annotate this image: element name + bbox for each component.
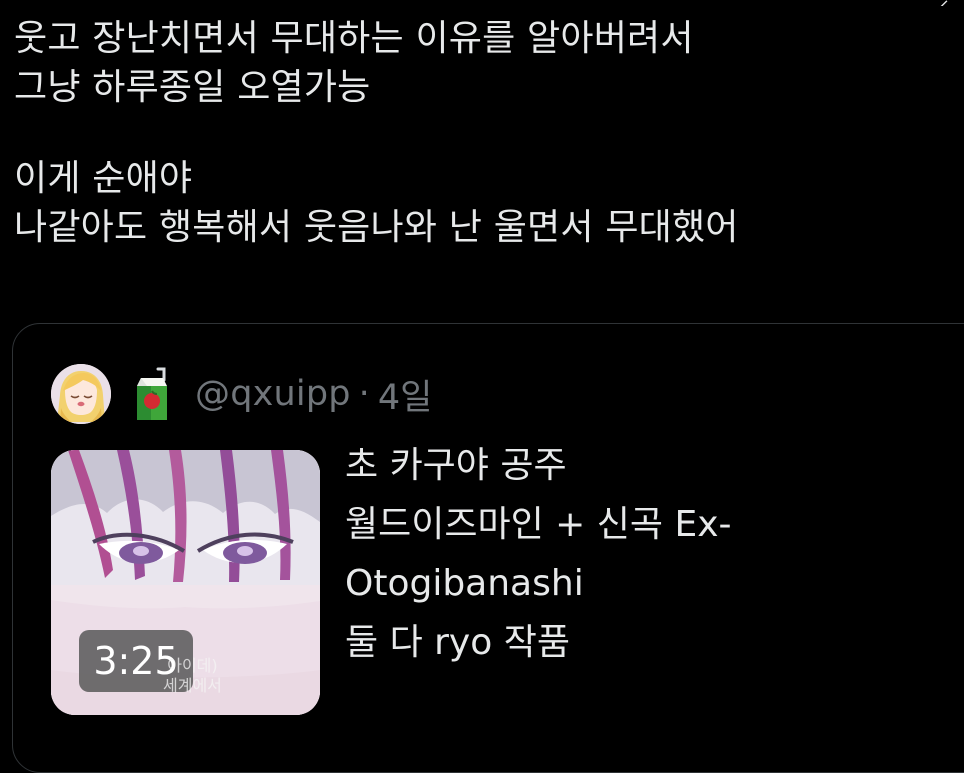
tweet-line-2: 그냥 하루종일 오열가능	[14, 67, 371, 108]
quoted-user-handle[interactable]: @qxuipp	[195, 374, 351, 414]
video-subtitle-line-1: 아이데)	[167, 656, 218, 675]
tweet-line-4: 나같아도 행복해서 웃음나와 난 울면서 무대했어	[14, 207, 739, 248]
top-cropped-fragment: ︶⸝	[910, 0, 960, 6]
anime-avatar-icon	[51, 364, 111, 424]
avatar[interactable]	[51, 364, 111, 424]
tweet-empty-line	[14, 112, 944, 154]
quoted-tweet-line-3: Otogibanashi	[345, 563, 584, 604]
metadata-separator: ·	[358, 374, 370, 414]
tweet-text: 웃고 장난치면서 무대하는 이유를 알아버려서 그냥 하루종일 오열가능 이게 …	[14, 14, 944, 252]
quoted-tweet-header: @qxuipp · 4일	[51, 362, 432, 426]
video-subtitle-text: 아이데) 세계에서	[163, 656, 222, 696]
video-subtitle-line-2: 세계에서	[163, 676, 222, 695]
quoted-tweet-text: 초 카구야 공주 월드이즈마인 + 신곡 Ex- Otogibanashi 둘 …	[345, 436, 815, 672]
quoted-tweet-card[interactable]: @qxuipp · 4일 3:25 아이데) 세계에서 초 카구야 공주 월드이…	[12, 323, 964, 773]
quoted-tweet-line-4: 둘 다 ryo 작품	[345, 622, 570, 663]
video-thumbnail[interactable]: 3:25 아이데) 세계에서	[51, 450, 320, 715]
tweet-line-3: 이게 순애야	[14, 158, 193, 199]
quoted-tweet-time[interactable]: 4일	[378, 369, 432, 420]
quoted-tweet-line-1: 초 카구야 공주	[345, 445, 567, 486]
apple-juice-box-icon	[133, 366, 171, 422]
quoted-tweet-line-2: 월드이즈마인 + 신곡 Ex-	[345, 504, 732, 545]
tweet-line-1: 웃고 장난치면서 무대하는 이유를 알아버려서	[14, 18, 694, 59]
